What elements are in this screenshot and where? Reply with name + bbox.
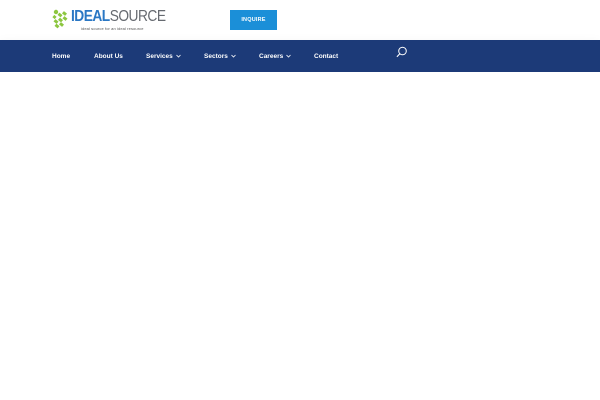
- site-header: IDEALSOURCE ideal source for an ideal re…: [0, 0, 600, 40]
- nav-item-label: Services: [146, 52, 173, 60]
- nav-item-label: Contact: [314, 52, 339, 60]
- site-logo[interactable]: IDEALSOURCE ideal source for an ideal re…: [52, 8, 172, 34]
- nav-item-sectors[interactable]: Sectors: [204, 40, 236, 72]
- nav-item-services[interactable]: Services: [146, 40, 181, 72]
- logo-tagline: ideal source for an ideal resource: [81, 26, 144, 31]
- chevron-down-icon: [286, 54, 292, 58]
- logo-leaf-icon: [52, 9, 68, 29]
- inquire-button[interactable]: INQUIRE: [230, 10, 277, 30]
- main-navbar: Home About Us Services Sectors Careers C…: [0, 40, 600, 72]
- nav-item-home[interactable]: Home: [52, 40, 70, 72]
- logo-wordmark: IDEALSOURCE: [71, 8, 166, 26]
- nav-item-careers[interactable]: Careers: [259, 40, 292, 72]
- logo-source-text: SOURCE: [109, 8, 166, 25]
- logo-ideal-text: IDEAL: [71, 8, 110, 25]
- nav-item-label: Sectors: [204, 52, 228, 60]
- nav-item-label: About Us: [94, 52, 123, 60]
- chevron-down-icon: [231, 54, 236, 58]
- nav-item-about-us[interactable]: About Us: [94, 40, 123, 72]
- nav-item-label: Home: [52, 52, 71, 60]
- chevron-down-icon: [175, 54, 181, 58]
- nav-item-label: Careers: [259, 52, 284, 60]
- page-content: [0, 72, 600, 400]
- search-icon[interactable]: [396, 46, 408, 58]
- nav-item-contact[interactable]: Contact: [314, 40, 338, 72]
